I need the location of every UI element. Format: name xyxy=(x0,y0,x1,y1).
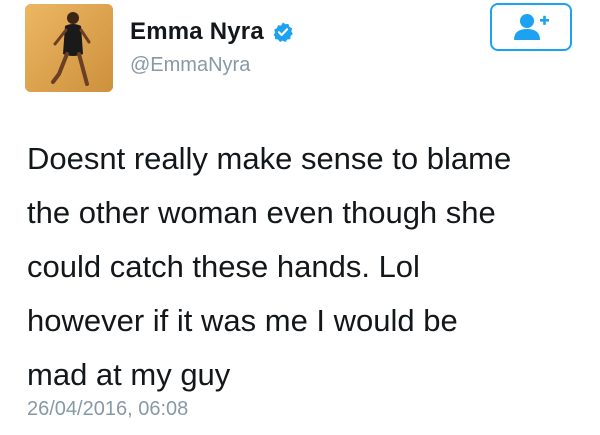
user-name-label: Emma Nyra xyxy=(130,18,264,45)
tweet-text: Doesnt really make sense to blame the ot… xyxy=(27,141,512,392)
profile-photo-icon xyxy=(25,4,113,92)
verified-badge-icon xyxy=(272,21,294,43)
tweet-timestamp[interactable]: 26/04/2016, 06:08 xyxy=(27,398,188,421)
avatar[interactable] xyxy=(25,4,113,92)
user-name[interactable]: Emma Nyra xyxy=(130,18,294,46)
follow-button[interactable] xyxy=(490,3,572,51)
tweet-card: Emma Nyra @EmmaNyra Doesnt really make s… xyxy=(0,0,600,435)
user-handle[interactable]: @EmmaNyra xyxy=(130,54,250,77)
follow-user-plus-icon xyxy=(514,14,549,40)
